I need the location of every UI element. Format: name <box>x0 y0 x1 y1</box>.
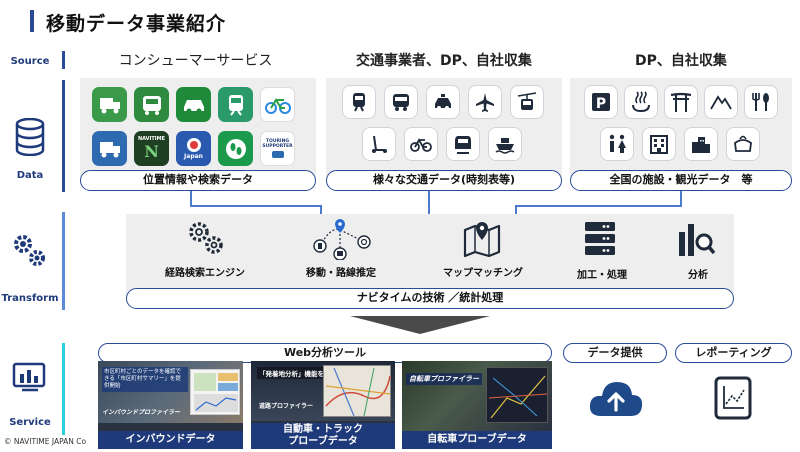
inbound-profiler-screenshot[interactable]: 市区町村ごとのデータを確認できる「市区町村サマリー」を提供開始 インバウンドプロ… <box>98 361 243 449</box>
hot-spring-icon <box>624 85 658 119</box>
japan-travel-app-icon: Japan <box>176 131 211 166</box>
souvenir-icon <box>726 127 760 161</box>
transform-stage-bar <box>62 212 65 310</box>
step-map-matching-label: マップマッチング <box>443 268 523 279</box>
step-movement-estimation-label: 移動・路線推定 <box>306 268 376 279</box>
web-analysis-tool-heading: Web分析ツール <box>98 343 552 363</box>
gears-icon <box>176 218 236 258</box>
restroom-icon <box>600 127 634 161</box>
copyright-notice: © NAVITIME JAPAN Co <box>4 437 87 446</box>
flow-down-chevron-icon <box>350 316 490 340</box>
pill-location-search-data: 位置情報や検索データ <box>80 170 316 191</box>
mountain-icon <box>704 85 738 119</box>
footsteps-app-icon <box>218 131 253 166</box>
inbound-data-caption: インバウンドデータ <box>98 431 243 449</box>
service-stage-bar <box>62 343 65 435</box>
bicycle-icon <box>404 127 438 161</box>
data-stage-bar <box>62 80 65 192</box>
touring-supporter-app-icon: TOURING SUPPORTER <box>260 131 295 166</box>
bus-app-icon <box>134 87 169 122</box>
city-icon <box>684 127 718 161</box>
road-brand-label: 道路プロファイラー <box>259 403 314 410</box>
shinkansen-icon <box>446 127 480 161</box>
consumer-app-grid: NAVITIME N Japan TOURING SUPPORTER <box>92 87 308 166</box>
server-icon <box>582 220 618 262</box>
navitime-n-app-icon: NAVITIME N <box>134 131 169 166</box>
database-icon <box>14 117 46 160</box>
title-accent-bar <box>30 10 34 32</box>
data-provision-heading: データ提供 <box>563 343 667 363</box>
road-map-thumbnail <box>323 365 391 417</box>
stage-data-label: Data <box>16 170 44 181</box>
inbound-brand-label: インバウンドプロファイラー <box>102 409 181 416</box>
stage-service-label: Service <box>9 417 51 428</box>
pill-facility-data: 全国の施設・観光データ 等 <box>570 170 792 191</box>
stage-transform-label: Transform <box>1 293 59 304</box>
bus-icon <box>384 85 418 119</box>
analysis-icon <box>676 222 716 262</box>
vehicle-probe-caption: 自動車・トラック プローブデータ <box>251 423 395 449</box>
facility-icon-grid: P <box>582 85 786 161</box>
map-pin-icon <box>462 220 502 262</box>
inbound-overlay-text: 市区町村ごとのデータを確認できる「市区町村サマリー」を提供開始 <box>102 367 188 392</box>
pill-transport-data: 様々な交通データ(時刻表等) <box>326 170 562 191</box>
source-stage-bar <box>62 51 65 69</box>
bicycle-probe-caption: 自転車プローブデータ <box>402 431 552 449</box>
cloud-upload-icon <box>587 376 645 424</box>
airplane-icon <box>468 85 502 119</box>
connector-center <box>428 191 430 215</box>
step-route-engine-label: 経路検索エンジン <box>165 268 245 279</box>
ropeway-icon <box>510 85 544 119</box>
connector-right-h <box>515 205 682 207</box>
connector-left-h <box>190 205 322 207</box>
source-dp-heading: DP、自社収集 <box>635 53 727 69</box>
building-icon <box>642 127 676 161</box>
page-title: 移動データ事業紹介 <box>46 13 227 35</box>
inbound-dashboard-thumbnail <box>190 369 240 415</box>
car-app-icon <box>176 87 211 122</box>
source-transport-heading: 交通事業者、DP、自社収集 <box>356 53 532 69</box>
kickscooter-icon <box>362 127 396 161</box>
bicycle-brand-label: 自転車プロファイラー <box>406 373 482 385</box>
reporting-heading: レポーティング <box>675 343 792 363</box>
ship-icon <box>488 127 522 161</box>
pill-navitime-technology: ナビタイムの技術 ／統計処理 <box>126 288 734 309</box>
report-chart-icon <box>712 374 756 426</box>
step-analysis-label: 分析 <box>688 270 708 281</box>
train-icon <box>342 85 376 119</box>
shrine-icon <box>664 85 698 119</box>
chart-report-icon <box>12 360 48 398</box>
bicycle-app-icon <box>260 87 295 122</box>
truck-blue-app-icon <box>92 131 127 166</box>
truck-app-icon <box>92 87 127 122</box>
taxi-icon <box>426 85 460 119</box>
train-app-icon <box>218 87 253 122</box>
parking-icon: P <box>584 85 618 119</box>
stage-source-label: Source <box>10 56 50 67</box>
bicycle-map-thumbnail <box>486 367 548 423</box>
svg-text:P: P <box>596 96 606 112</box>
route-network-icon <box>306 216 376 264</box>
restaurant-icon <box>744 85 778 119</box>
transform-gears-icon <box>8 230 50 274</box>
road-profiler-screenshot[interactable]: 「発着地分析」機能を追加 道路プロファイラー 自動車・トラック プローブデータ <box>251 361 395 449</box>
source-consumer-heading: コンシューマーサービス <box>118 53 273 69</box>
bicycle-profiler-screenshot[interactable]: 自転車プロファイラー 自転車プローブデータ <box>402 361 552 449</box>
step-processing-label: 加工・処理 <box>577 270 627 281</box>
transport-icon-grid <box>338 85 552 161</box>
